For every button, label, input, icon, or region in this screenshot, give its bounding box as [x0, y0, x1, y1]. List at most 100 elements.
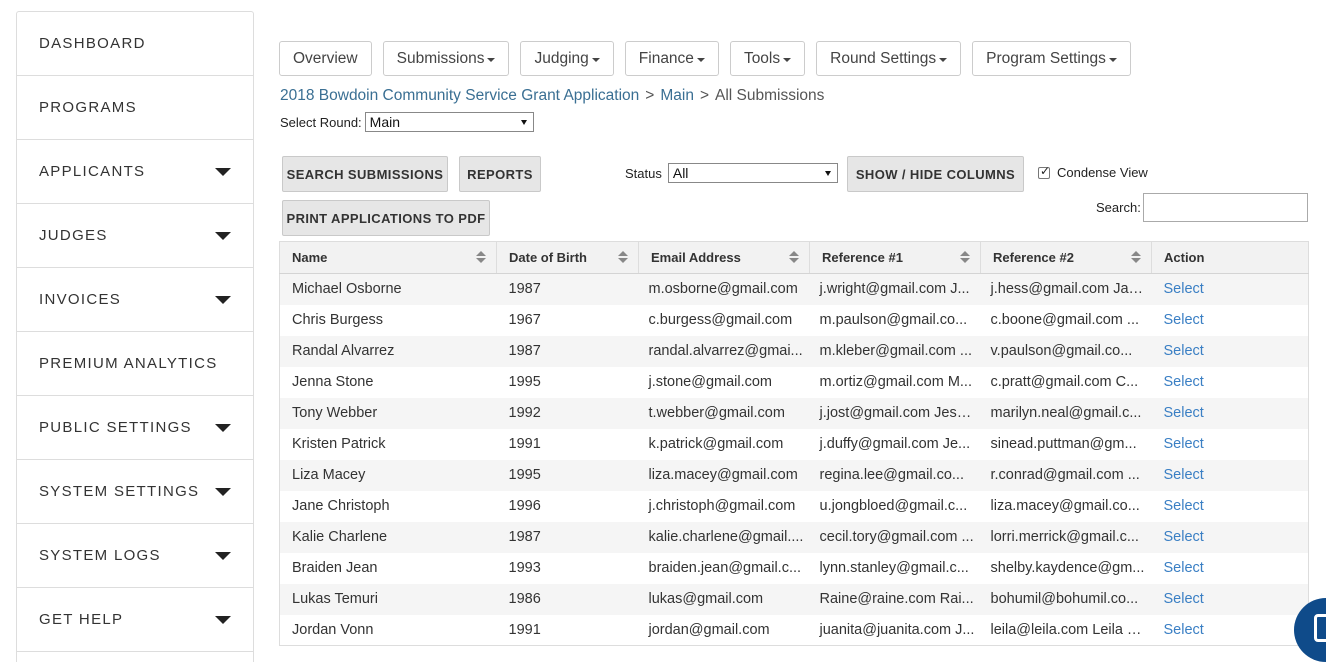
search-input[interactable]: [1142, 193, 1308, 222]
sidebar-item-premium-analytics[interactable]: PREMIUM ANALYTICS: [17, 332, 253, 396]
top-nav: Overview Submissions Judging Finance Tools Ro…: [279, 41, 1131, 76]
nav-round-settings-button[interactable]: Round Settings: [816, 41, 962, 76]
nav-button-label: Program Settings: [986, 49, 1106, 67]
sort-icon[interactable]: [618, 251, 628, 265]
select-link[interactable]: Select: [1164, 281, 1204, 297]
nav-submissions-button[interactable]: Submissions: [382, 41, 510, 76]
table-cell: j.jost@gmail.com Jess...: [809, 397, 981, 429]
nav-tools-button[interactable]: Tools: [729, 41, 806, 76]
table-cell: 1987: [496, 521, 639, 553]
sidebar-item-programs[interactable]: PROGRAMS: [17, 76, 253, 140]
sidebar-item-applicants[interactable]: APPLICANTS: [17, 140, 253, 204]
reports-button[interactable]: REPORTS: [459, 156, 541, 192]
table-cell: Randal Alvarrez: [279, 335, 497, 367]
round-select[interactable]: Main: [364, 112, 534, 132]
sidebar-item-invoices[interactable]: INVOICES: [17, 268, 253, 332]
nav-program-settings-button[interactable]: Program Settings: [972, 41, 1131, 76]
nav-finance-button[interactable]: Finance: [624, 41, 719, 76]
round-select-label: Select Round:: [280, 114, 362, 130]
sidebar-item-get-help[interactable]: GET HELP: [17, 588, 253, 652]
breadcrumb-separator: >: [645, 87, 655, 104]
caret-down-icon: [783, 57, 792, 62]
table-cell-action: Select: [1151, 397, 1309, 429]
table-cell: Liza Macey: [279, 459, 497, 491]
select-link[interactable]: Select: [1164, 467, 1204, 483]
sidebar-item-system-logs[interactable]: SYSTEM LOGS: [17, 524, 253, 588]
caret-down-icon[interactable]: [215, 551, 231, 560]
status-select[interactable]: All: [667, 163, 838, 183]
search-submissions-button[interactable]: SEARCH SUBMISSIONS: [282, 156, 448, 192]
sidebar-item-judges[interactable]: JUDGES: [17, 204, 253, 268]
condense-view-checkbox[interactable]: [1038, 164, 1050, 179]
sidebar-item-label: SYSTEM LOGS: [39, 547, 161, 564]
status-select-value: All: [672, 165, 689, 181]
table-cell: 1987: [496, 273, 639, 305]
column-header-reference-1[interactable]: Reference #1: [809, 241, 981, 274]
sort-icon[interactable]: [476, 251, 486, 265]
column-header-reference-2[interactable]: Reference #2: [980, 241, 1152, 274]
select-link[interactable]: Select: [1164, 622, 1204, 638]
table-cell: j.wright@gmail.com J...: [809, 273, 981, 305]
caret-down-icon: [696, 57, 705, 62]
select-link[interactable]: Select: [1164, 498, 1204, 514]
table-cell: 1996: [508, 498, 541, 514]
select-link[interactable]: Select: [1164, 374, 1204, 390]
status-filter-row: Status All: [625, 163, 838, 183]
table-cell: j.christoph@gmail.com: [648, 498, 796, 514]
table-search: Search:: [1096, 193, 1308, 222]
table-cell: 1967: [508, 312, 541, 328]
column-header-name[interactable]: Name: [279, 241, 497, 274]
nav-overview-button[interactable]: Overview: [279, 41, 372, 76]
table-cell-action: Select: [1152, 305, 1309, 336]
sidebar-item-dashboard[interactable]: DASHBOARD: [17, 12, 253, 76]
select-link[interactable]: Select: [1164, 343, 1204, 359]
column-header-label: Action: [1164, 250, 1205, 265]
table-cell: liza.macey@gmail.co...: [990, 498, 1140, 514]
table-cell-action: Select: [1151, 459, 1309, 491]
nav-judging-button[interactable]: Judging: [520, 41, 614, 76]
select-link[interactable]: Select: [1164, 529, 1204, 545]
table-cell: Braiden Jean: [292, 560, 378, 576]
select-link[interactable]: Select: [1164, 405, 1204, 421]
caret-down-icon[interactable]: [215, 295, 231, 304]
sidebar-item-system-settings[interactable]: SYSTEM SETTINGS: [17, 460, 253, 524]
breadcrumb-round-link[interactable]: Main: [660, 87, 694, 104]
table-cell: 1987: [496, 335, 639, 367]
sort-icon[interactable]: [789, 251, 799, 265]
show-hide-columns-button[interactable]: SHOW / HIDE COLUMNS: [847, 156, 1024, 192]
round-select-row: Select Round: Main: [280, 112, 534, 132]
sidebar-item-label: JUDGES: [39, 227, 108, 244]
table-row: Braiden Jean 1993 braiden.jean@gmail.c... l…: [280, 553, 1309, 584]
caret-down-icon[interactable]: [215, 423, 231, 432]
nav-button-label: Tools: [743, 49, 781, 67]
caret-down-icon[interactable]: [215, 231, 231, 240]
select-link[interactable]: Select: [1164, 560, 1204, 576]
table-cell: lorri.merrick@gmail.c...: [980, 521, 1152, 553]
select-link[interactable]: Select: [1164, 312, 1204, 328]
sidebar-item-public-settings[interactable]: PUBLIC SETTINGS: [17, 396, 253, 460]
select-link[interactable]: Select: [1164, 436, 1204, 452]
sidebar-item-label: GET HELP: [39, 611, 124, 628]
column-header-date-of-birth[interactable]: Date of Birth: [496, 241, 639, 274]
select-link[interactable]: Select: [1164, 591, 1204, 607]
table-cell: 1991: [508, 436, 541, 452]
breadcrumb-program-link[interactable]: 2018 Bowdoin Community Service Grant App…: [280, 87, 639, 104]
column-header-email-address[interactable]: Email Address: [638, 241, 810, 274]
sort-icon[interactable]: [1131, 251, 1141, 265]
sort-icon[interactable]: [960, 251, 970, 265]
condense-view-label: Condense View: [1057, 165, 1148, 180]
table-cell: marilyn.neal@gmail.c...: [980, 397, 1152, 429]
table-row: Jordan Vonn 1991 jordan@gmail.com juanita@j…: [280, 615, 1309, 646]
condense-view-toggle[interactable]: Condense View: [1038, 164, 1148, 180]
table-cell-action: Select: [1151, 273, 1309, 305]
table-cell: leila@leila.com Leila J...: [990, 621, 1147, 638]
nav-button-label: Round Settings: [830, 49, 937, 67]
caret-down-icon[interactable]: [215, 615, 231, 624]
table-row: Michael Osborne 1987 m.osborne@gmail.com j.…: [279, 273, 1309, 305]
table-cell: Michael Osborne: [279, 273, 497, 305]
print-pdf-button[interactable]: PRINT APPLICATIONS TO PDF: [282, 200, 490, 236]
caret-down-icon[interactable]: [215, 167, 231, 176]
nav-button-label: Submissions: [396, 49, 485, 67]
table-row: Lukas Temuri 1986 lukas@gmail.com Raine@rai…: [279, 583, 1309, 615]
caret-down-icon[interactable]: [215, 487, 231, 496]
